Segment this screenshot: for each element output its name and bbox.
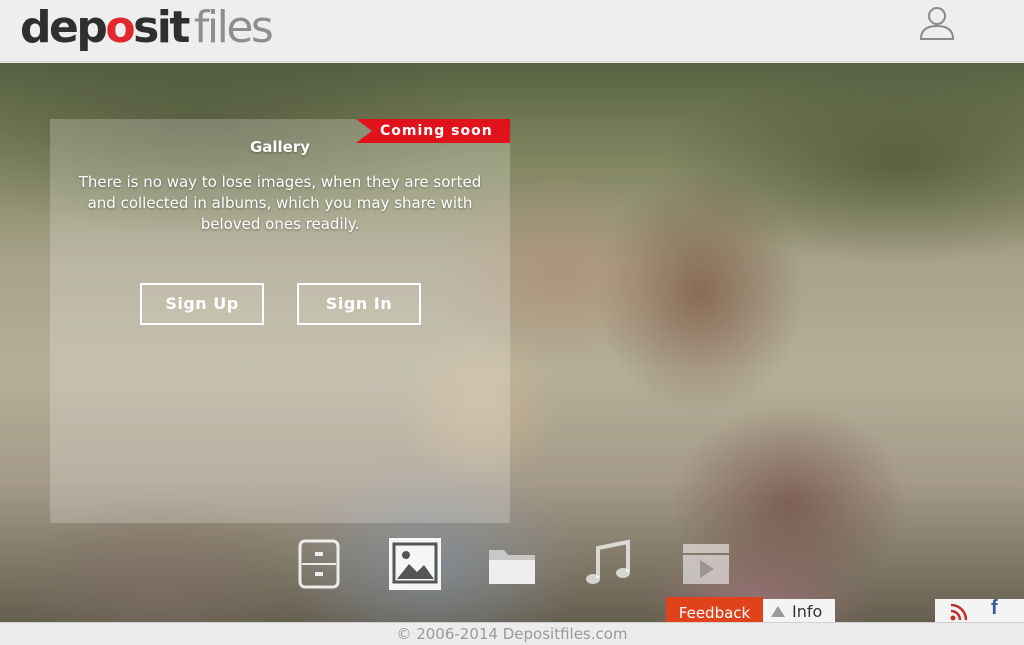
triangle-up-icon: [771, 606, 785, 617]
logo-text-files: files: [193, 2, 274, 53]
social-links: f: [935, 597, 1024, 622]
panel-description: There is no way to lose images, when the…: [78, 173, 482, 233]
logo-text-dep: dep: [20, 2, 108, 53]
sign-in-button[interactable]: Sign In: [297, 283, 421, 325]
depositfiles-logo[interactable]: deposit files: [20, 2, 274, 54]
video-icon[interactable]: [680, 538, 732, 590]
logo-text-o: o: [105, 2, 135, 53]
rss-icon[interactable]: [949, 602, 969, 622]
copyright-text: © 2006-2014 Depositfiles.com: [396, 625, 628, 643]
info-label: Info: [792, 602, 823, 621]
header-bar: deposit files: [0, 0, 1024, 62]
facebook-icon[interactable]: f: [991, 597, 998, 620]
folder-icon[interactable]: [486, 538, 538, 590]
feedback-button[interactable]: Feedback: [666, 597, 763, 622]
sign-up-button[interactable]: Sign Up: [140, 283, 264, 325]
footer-bar: © 2006-2014 Depositfiles.com: [0, 622, 1024, 645]
archive-icon[interactable]: [293, 538, 345, 590]
user-icon[interactable]: [918, 4, 956, 42]
logo-text-sit: sit: [133, 2, 190, 53]
hero-family-photo: Coming soon Gallery There is no way to l…: [0, 63, 1024, 622]
panel-title: Gallery: [249, 138, 311, 156]
image-icon[interactable]: [389, 538, 441, 590]
music-icon[interactable]: [582, 538, 634, 590]
info-button[interactable]: Info: [763, 599, 835, 622]
